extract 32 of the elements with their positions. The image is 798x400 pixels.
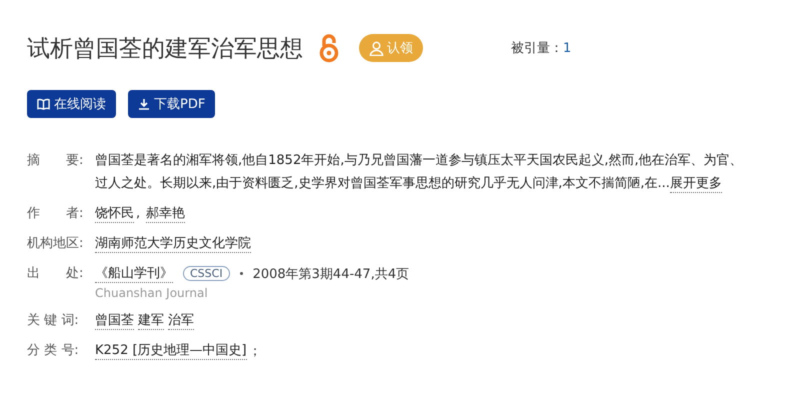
classification-link[interactable]: K252 [历史地理—中国史] bbox=[95, 341, 247, 360]
download-icon bbox=[138, 98, 150, 110]
field-label: 作 者: bbox=[27, 205, 84, 222]
abstract-text: 过人之处。长期以来,由于资料匮乏,史学界对曾国荃军事思想的研究几乎无人问津,本文不揣简陋,在... bbox=[95, 175, 670, 193]
keyword-link[interactable]: 治军 bbox=[168, 311, 194, 330]
journal-english-name: Chuanshan Journal bbox=[95, 286, 209, 300]
citation-label: 被引量： bbox=[511, 40, 563, 57]
open-access-icon bbox=[319, 33, 339, 63]
issue-text: 2008年第3期44-47,共4页 bbox=[252, 266, 410, 282]
book-icon bbox=[37, 98, 50, 110]
journal-link[interactable]: 《船山学刊》 bbox=[95, 264, 173, 283]
expand-link[interactable]: 展开更多 bbox=[670, 174, 722, 193]
institution-link[interactable]: 湖南师范大学历史文化学院 bbox=[95, 234, 251, 253]
citation-count-link[interactable]: 1 bbox=[563, 40, 572, 56]
keyword-link[interactable]: 建军 bbox=[138, 311, 164, 330]
semicolon: ； bbox=[248, 342, 262, 360]
field-label: 机构地区: bbox=[27, 235, 84, 252]
download-button[interactable]: 下载PDF bbox=[128, 90, 216, 118]
bullet bbox=[240, 272, 243, 275]
read-online-button[interactable]: 在线阅读 bbox=[27, 90, 116, 118]
author-link[interactable]: 郝幸艳 bbox=[146, 204, 186, 223]
article-title: 试析曾国荃的建军治军思想 bbox=[27, 34, 303, 64]
comma: , bbox=[136, 206, 140, 221]
abstract-text: 曾国荃是著名的湘军将领,他自1852年开始,与乃兄曾国藩一道参与镇压太平天国农民起义,然而,他在治军、为官、 bbox=[95, 152, 743, 169]
author-link[interactable]: 饶怀民 bbox=[95, 204, 134, 223]
index-tag: CSSCI bbox=[183, 266, 230, 281]
field-label: 分 类 号: bbox=[27, 342, 80, 359]
field-label: 关 键 词: bbox=[27, 312, 80, 329]
keyword-link[interactable]: 曾国荃 bbox=[95, 311, 134, 330]
user-icon bbox=[369, 40, 384, 56]
field-label: 出 处: bbox=[27, 265, 84, 282]
field-label: 摘 要: bbox=[27, 152, 84, 169]
